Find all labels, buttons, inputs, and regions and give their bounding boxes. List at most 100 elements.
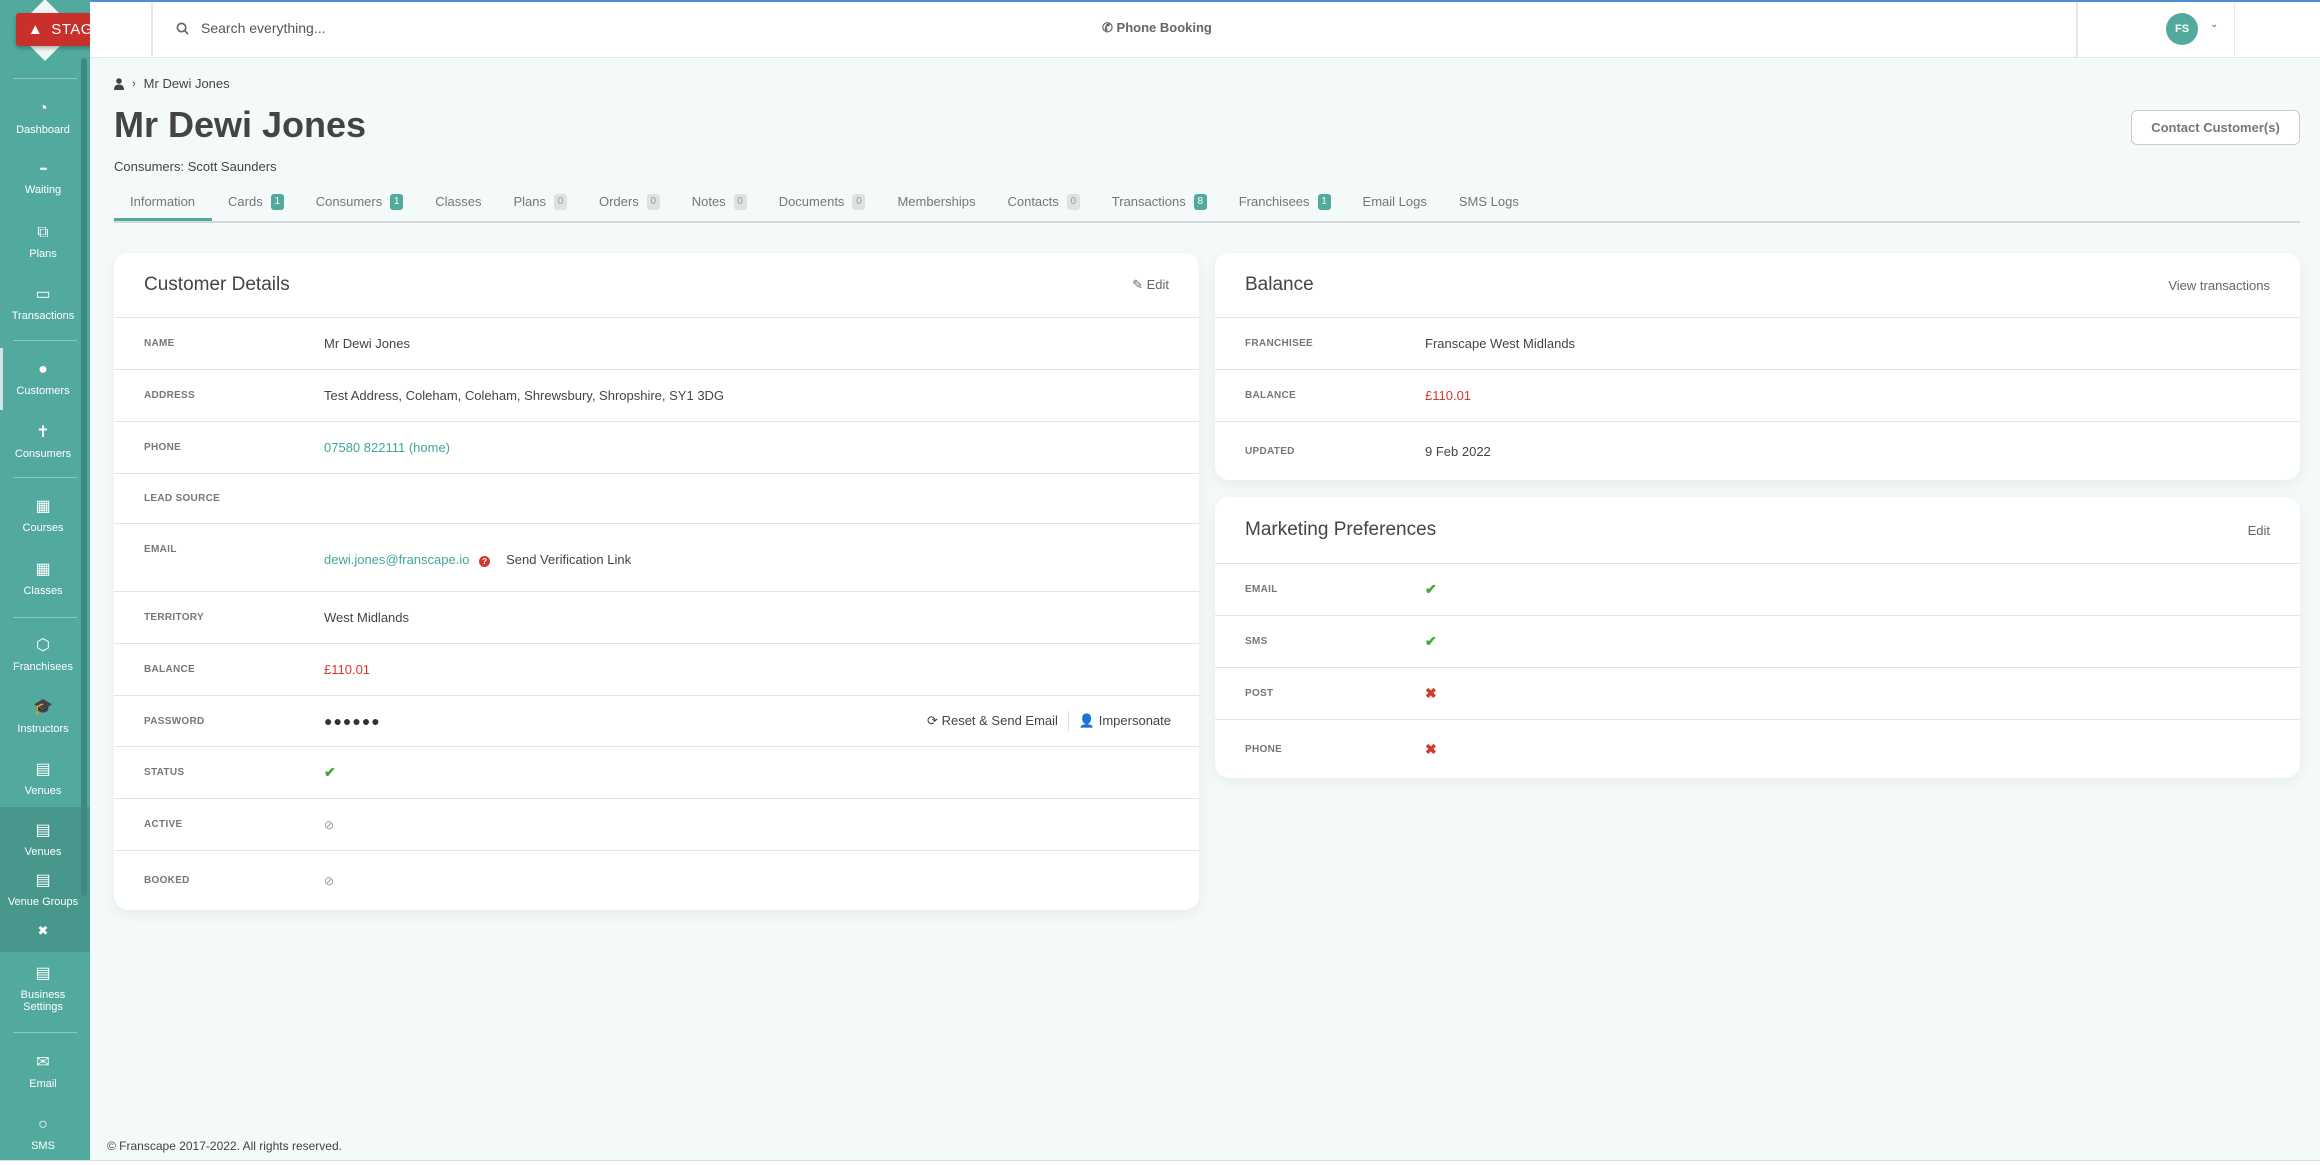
user-icon[interactable] (114, 77, 124, 90)
chevron-down-icon[interactable]: ⌄ (2210, 19, 2218, 30)
tab-label: Memberships (897, 194, 976, 209)
phone-booking-button[interactable]: ✆ Phone Booking (1102, 20, 1212, 36)
sidebar-item-label: Venues (24, 785, 62, 797)
tab-label: Orders (598, 194, 639, 209)
tab-label: Classes (435, 194, 482, 209)
tab-label: Franchisees (1238, 194, 1310, 209)
password-mask: ●●●●●● (324, 713, 381, 729)
tab-information[interactable]: Information (114, 190, 213, 221)
sidebar-item-waiting[interactable]: ••• Waiting (0, 160, 86, 196)
sidebar-item-label: Venues (24, 846, 62, 858)
search-input[interactable]: Search everything... (176, 20, 326, 36)
send-verification-link[interactable]: Send Verification Link (506, 552, 631, 567)
tab-classes[interactable]: Classes (419, 190, 497, 221)
contact-customers-button[interactable]: Contact Customer(s) (2131, 110, 2300, 145)
edit-button[interactable]: Edit (2248, 523, 2270, 538)
sidebar-item-label: SMS (31, 1140, 55, 1152)
eye-slash-icon: ⊘ (324, 873, 335, 888)
tab-orders[interactable]: Orders 0 (583, 190, 676, 221)
email-link[interactable]: dewi.jones@franscape.io (324, 552, 469, 567)
page-subtitle: Consumers: Scott Saunders (114, 159, 277, 174)
tab-documents[interactable]: Documents 0 (763, 190, 882, 221)
sidebar-item-label: Transactions (11, 310, 75, 322)
close-icon: ✖ (37, 923, 49, 938)
sidebar-item-consumers[interactable]: ✝ Consumers (0, 424, 86, 460)
pencil-icon: ✎ (1132, 277, 1143, 292)
sidebar-item-transactions[interactable]: ▭ Transactions (0, 286, 86, 322)
breadcrumb: › Mr Dewi Jones (114, 76, 230, 91)
row-lead-source: LEAD SOURCE (114, 474, 1199, 524)
tab-sms-logs[interactable]: SMS Logs (1443, 190, 1535, 221)
sidebar-item-customers[interactable]: ● Customers (0, 361, 86, 397)
impersonate-button[interactable]: 👤 Impersonate (1079, 713, 1171, 729)
sidebar-item-email[interactable]: ✉ Email (0, 1054, 86, 1090)
tab-plans[interactable]: Plans 0 (497, 190, 583, 221)
envelope-icon: ✉ (36, 1054, 50, 1071)
reset-send-email-button[interactable]: ⟳ Reset & Send Email (927, 713, 1058, 729)
page-title: Mr Dewi Jones (114, 104, 367, 145)
search-icon (176, 22, 189, 35)
avatar[interactable]: FS (2166, 13, 2198, 45)
sidebar-item-label: Courses (22, 522, 64, 534)
sidebar-item-venue-groups[interactable]: ▤ Venue Groups (0, 872, 86, 908)
count-badge: 0 (553, 194, 567, 210)
card-title: Balance (1245, 274, 1314, 295)
tab-franchisees[interactable]: Franchisees 1 (1223, 190, 1347, 221)
sidebar-item-business-settings[interactable]: ▤ Business Settings (0, 965, 86, 1013)
tab-contacts[interactable]: Contacts 0 (991, 190, 1095, 221)
user-icon: ● (38, 361, 48, 378)
sidebar-item-label: Consumers (14, 448, 72, 460)
row-status: STATUS ✔ (114, 747, 1199, 799)
sidebar-item-label: Customers (16, 385, 70, 397)
tab-email-logs[interactable]: Email Logs (1347, 190, 1443, 221)
card-title: Customer Details (144, 274, 290, 295)
sidebar-item-plans[interactable]: ⧉ Plans (0, 224, 86, 260)
sidebar-item-dashboard[interactable]: ◔ Dashboard (0, 100, 86, 136)
tab-cards[interactable]: Cards 1 (212, 190, 300, 221)
card-title: Marketing Preferences (1245, 519, 1437, 540)
divider (151, 2, 153, 58)
count-badge: 8 (1193, 194, 1207, 210)
phone-link[interactable]: 07580 822111 (home) (324, 440, 450, 455)
count-badge: 0 (1066, 194, 1080, 210)
sidebar-item-instructors[interactable]: 🎓 Instructors (0, 699, 86, 735)
sidebar-item-label: Classes (23, 585, 63, 597)
count-badge: 1 (1317, 194, 1331, 210)
sidebar-item-franchisees[interactable]: ⬡ Franchisees (0, 637, 86, 673)
sidebar: ◔ Dashboard ••• Waiting ⧉ Plans ▭ Transactions ●… (0, 0, 90, 1160)
tab-transactions[interactable]: Transactions 8 (1096, 190, 1223, 221)
check-icon: ✔ (1425, 633, 1437, 649)
sidebar-item-venues[interactable]: ▤ Venues (0, 761, 86, 797)
divider (13, 617, 77, 618)
row-pref-email: EMAIL ✔ (1215, 564, 2300, 616)
tab-label: Contacts (1007, 194, 1059, 209)
comment-icon: ○ (38, 1116, 48, 1133)
row-pref-phone: PHONE ✖ (1215, 720, 2300, 779)
sidebar-item-label: Business Settings (20, 989, 66, 1013)
tab-memberships[interactable]: Memberships (881, 190, 991, 221)
divider (13, 340, 77, 341)
sidebar-item-sms[interactable]: ○ SMS (0, 1116, 86, 1152)
sidebar-item-close[interactable]: ✖ (0, 922, 86, 946)
view-transactions-link[interactable]: View transactions (2168, 278, 2270, 293)
edit-button[interactable]: ✎ Edit (1132, 277, 1169, 293)
tab-label: Information (130, 194, 196, 209)
tab-notes[interactable]: Notes 0 (676, 190, 763, 221)
sidebar-item-label: Dashboard (16, 124, 70, 136)
count-badge: 1 (270, 194, 284, 210)
sidebar-item-classes[interactable]: ▦ Classes (0, 561, 86, 597)
sidebar-item-label: Instructors (17, 723, 69, 735)
row-booked: BOOKED ⊘ (144, 873, 335, 888)
balance-card: Balance View transactions FRANCHISEE Fran… (1215, 253, 2300, 480)
row-pref-sms: SMS ✔ (1215, 616, 2300, 668)
pref-label: POST (1245, 688, 1274, 699)
tabs: Information Cards 1 Consumers 1 Classes Plans 0… (114, 190, 2300, 223)
cross-icon: ✖ (1425, 741, 1437, 757)
tab-consumers[interactable]: Consumers 1 (300, 190, 419, 221)
divider (13, 78, 77, 79)
child-icon: ✝ (36, 424, 50, 441)
sidebar-item-venues[interactable]: ▤ Venues (0, 822, 86, 858)
ellipsis-icon: ••• (39, 164, 47, 174)
sidebar-item-courses[interactable]: ▦ Courses (0, 498, 86, 534)
tab-label: Cards (228, 194, 263, 209)
